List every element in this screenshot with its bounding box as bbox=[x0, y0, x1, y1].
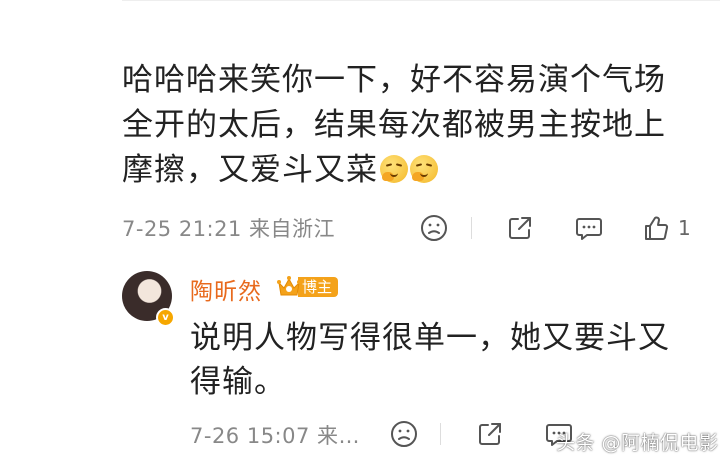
crown-icon bbox=[276, 275, 302, 299]
reply-author-name[interactable]: 陶昕然 bbox=[190, 272, 262, 306]
share-icon bbox=[509, 217, 531, 239]
divider bbox=[122, 0, 720, 1]
comment-meta-row: 7-25 21:21 来自浙江 1 bbox=[122, 212, 712, 244]
avatar[interactable]: v bbox=[122, 271, 175, 327]
watermark: 头条 @阿楠侃电影 bbox=[556, 431, 719, 454]
verified-badge-icon: v bbox=[156, 308, 175, 327]
author-badge: 博主 bbox=[276, 274, 339, 300]
action-divider bbox=[471, 217, 472, 239]
frown-face-icon bbox=[391, 421, 417, 447]
reply-location: 来… bbox=[317, 424, 361, 448]
reply-timestamp: 7-26 15:07 来… bbox=[190, 424, 361, 448]
like-count: 1 bbox=[678, 216, 691, 240]
thinking-emoji-icon bbox=[380, 155, 408, 183]
thinking-emoji-icon bbox=[410, 155, 438, 183]
thumbs-up-icon bbox=[645, 216, 669, 240]
comment-body: 哈哈哈来笑你一下，好不容易演个气场全开的太后，结果每次都被男主按地上摩擦，又爱斗… bbox=[122, 58, 682, 193]
frown-face-icon bbox=[421, 215, 447, 241]
comment-thread: 哈哈哈来笑你一下，好不容易演个气场全开的太后，结果每次都被男主按地上摩擦，又爱斗… bbox=[0, 0, 720, 467]
reply-body: 说明人物写得很单一，她又要斗又得输。 bbox=[190, 320, 670, 400]
like-button[interactable]: 1 bbox=[642, 212, 691, 244]
share-button[interactable] bbox=[506, 212, 534, 244]
comment-timestamp: 7-25 21:21 来自浙江 bbox=[122, 217, 336, 241]
reply-comment-button[interactable] bbox=[574, 212, 604, 244]
reply-dislike-button[interactable] bbox=[390, 418, 418, 450]
comment-location: 来自浙江 bbox=[249, 217, 336, 241]
action-divider bbox=[440, 423, 441, 445]
comment-bubble-icon bbox=[576, 218, 602, 240]
dislike-button[interactable] bbox=[420, 212, 448, 244]
reply-share-button[interactable] bbox=[476, 418, 504, 450]
share-icon bbox=[479, 423, 501, 445]
badge-label: 博主 bbox=[298, 277, 339, 297]
